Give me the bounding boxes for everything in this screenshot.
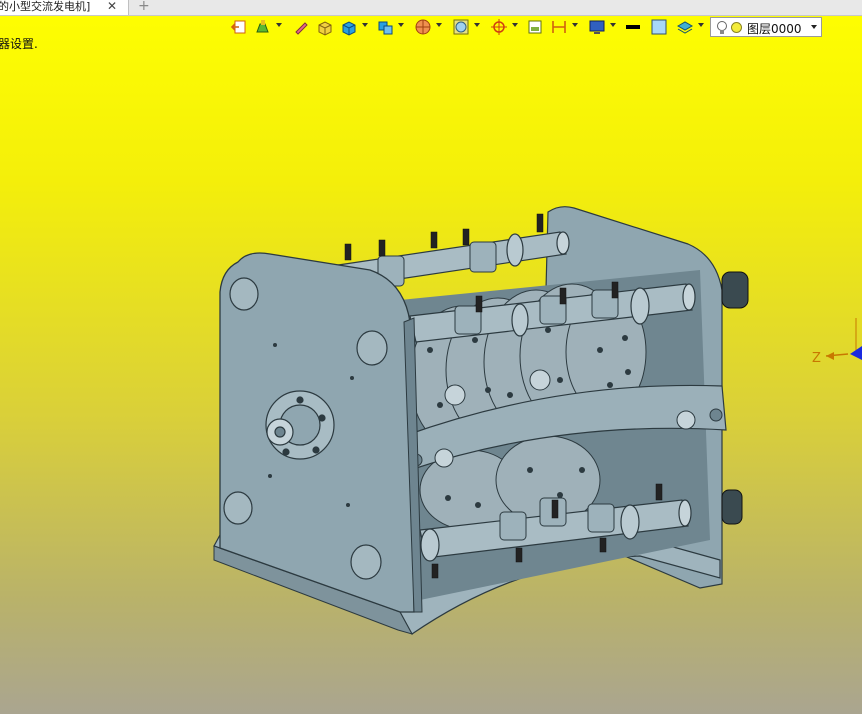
- layer-stack-icon[interactable]: [676, 18, 694, 38]
- axis-label-z: Z: [812, 351, 821, 366]
- exit-icon[interactable]: [230, 18, 248, 38]
- chevron-down-icon[interactable]: [811, 25, 817, 29]
- fill-color-icon[interactable]: [650, 18, 668, 38]
- pie-dropdown-arrow[interactable]: [474, 23, 480, 27]
- view-toolbar: 图层0000: [226, 16, 826, 40]
- cube-dropdown-arrow[interactable]: [362, 23, 368, 27]
- paint-dropdown-arrow[interactable]: [276, 23, 282, 27]
- line-color-icon[interactable]: [624, 18, 642, 38]
- layer-color-icon[interactable]: [731, 22, 742, 33]
- cube-icon[interactable]: [340, 18, 358, 38]
- section-icon[interactable]: [414, 18, 432, 38]
- section-dropdown-arrow[interactable]: [436, 23, 442, 27]
- document-tab-title: 的小型交流发电机]: [0, 0, 91, 13]
- document-tab[interactable]: 的小型交流发电机] ✕: [0, 0, 129, 15]
- side-knobs: [721, 271, 749, 525]
- document-tab-bar: 的小型交流发电机] ✕ +: [0, 0, 862, 16]
- status-message: 器设置.: [0, 37, 38, 51]
- frame-icon[interactable]: [526, 18, 544, 38]
- pencil-icon[interactable]: [292, 18, 310, 38]
- layer-name-value: 图层0000: [747, 22, 802, 36]
- snap-dropdown-arrow[interactable]: [512, 23, 518, 27]
- layer-select[interactable]: 图层0000: [710, 17, 822, 37]
- bearing-flange: [265, 390, 335, 460]
- measure-icon[interactable]: [550, 18, 568, 38]
- close-icon[interactable]: ✕: [107, 0, 117, 13]
- add-tab-icon[interactable]: +: [138, 0, 150, 14]
- axis-triad: [825, 318, 862, 360]
- paint-icon[interactable]: [254, 18, 272, 38]
- shaded-cube-icon[interactable]: [376, 18, 394, 38]
- measure-dropdown-arrow[interactable]: [572, 23, 578, 27]
- display-dropdown-arrow[interactable]: [610, 23, 616, 27]
- 3d-viewport[interactable]: Z: [0, 0, 862, 714]
- box-icon[interactable]: [316, 18, 334, 38]
- display-icon[interactable]: [588, 18, 606, 38]
- pie-view-icon[interactable]: [452, 18, 470, 38]
- layer-stack-dropdown-arrow[interactable]: [698, 23, 704, 27]
- snap-icon[interactable]: [490, 18, 508, 38]
- cad-application: Z 的小型交流发电机] ✕ + 器设置. 图层0000: [0, 0, 862, 714]
- shaded-dropdown-arrow[interactable]: [398, 23, 404, 27]
- lightbulb-icon[interactable]: [716, 20, 728, 40]
